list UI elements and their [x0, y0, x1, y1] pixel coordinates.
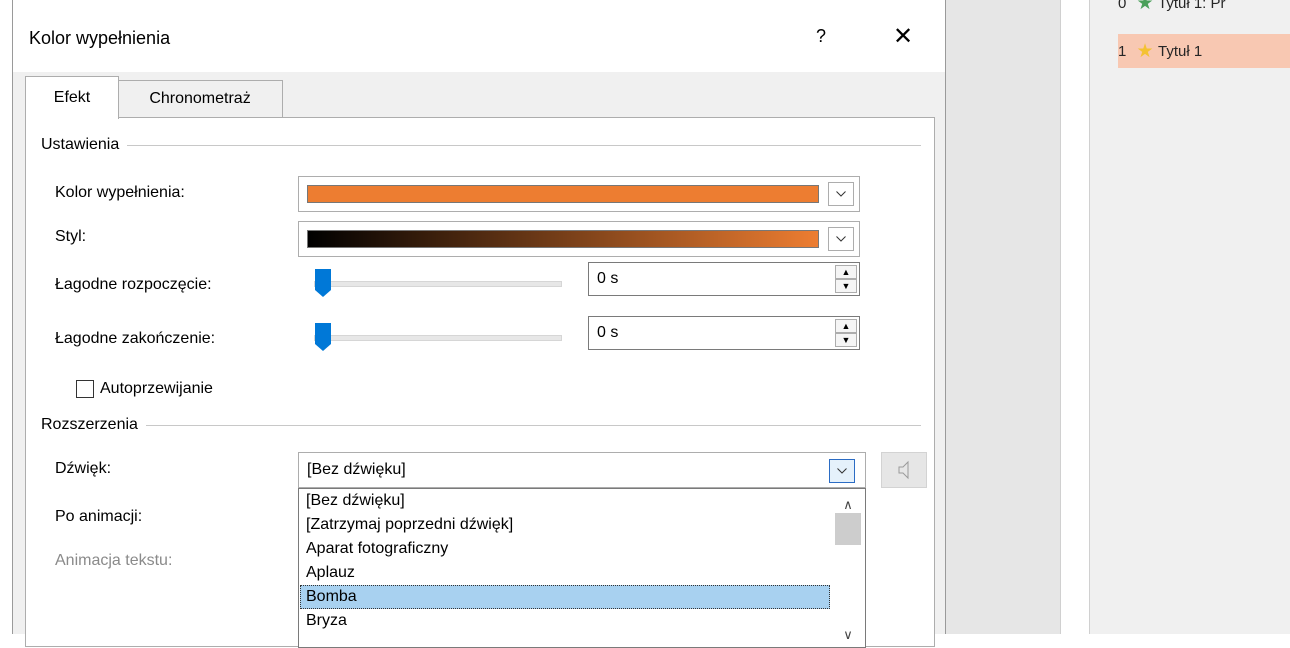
auto-reverse-row[interactable]: Autoprzewijanie [76, 380, 213, 398]
extensions-group-label: Rozszerzenia [41, 416, 138, 433]
animation-item-label: Tytuł 1 [1158, 42, 1203, 60]
list-item[interactable]: Bryza [300, 609, 830, 633]
sound-dropdown-button[interactable] [829, 459, 855, 483]
list-item[interactable]: Aplauz [300, 561, 830, 585]
chevron-down-icon [837, 468, 847, 474]
divider [145, 424, 921, 426]
extensions-group-header: Rozszerzenia [41, 416, 921, 434]
list-item[interactable]: [Zatrzymaj poprzedni dźwięk] [300, 513, 830, 537]
animation-item-number: 0 [1118, 0, 1127, 12]
dialog-title: Kolor wypełnienia [29, 28, 171, 48]
slider-track [314, 281, 562, 287]
soft-start-label: Łagodne rozpoczęcie: [55, 276, 212, 293]
chevron-down-icon [836, 236, 846, 242]
star-icon: ★ [1136, 0, 1154, 14]
chevron-down-icon [836, 191, 846, 197]
title-bar[interactable]: Kolor wypełnienia ? ✕ [13, 0, 945, 72]
sound-value: [Bez dźwięku] [307, 461, 406, 478]
style-label: Styl: [55, 228, 87, 245]
scroll-down-icon[interactable]: ∨ [831, 627, 865, 643]
auto-reverse-label: Autoprzewijanie [100, 380, 213, 397]
soft-start-value[interactable]: 0 s [597, 270, 618, 288]
auto-reverse-checkbox[interactable] [76, 380, 94, 398]
tab-panel-efekt: Ustawienia Kolor wypełnienia: Styl: Łago… [25, 117, 935, 648]
scrollbar-thumb[interactable] [835, 513, 861, 545]
text-animation-label: Animacja tekstu: [55, 552, 173, 569]
spin-down-button[interactable]: ▼ [835, 279, 857, 293]
animation-item[interactable]: 0 ★ Tytuł 1: Pr [1118, 0, 1290, 20]
sound-label: Dźwięk: [55, 460, 112, 477]
animation-item-selected[interactable]: 1 ★ Tytuł 1 [1118, 34, 1290, 68]
tab-efekt[interactable]: Efekt [25, 76, 119, 119]
fill-color-swatch [307, 185, 819, 203]
spin-down-button[interactable]: ▼ [835, 333, 857, 347]
fill-color-dialog: Kolor wypełnienia ? ✕ Efekt Chronometraż… [12, 0, 946, 648]
sound-options-list[interactable]: [Bez dźwięku] [Zatrzymaj poprzedni dźwię… [298, 488, 866, 648]
list-item[interactable]: Aparat fotograficzny [300, 537, 830, 561]
help-icon: ? [815, 25, 826, 46]
slider-track [314, 335, 562, 341]
after-animation-label: Po animacji: [55, 508, 143, 525]
help-button[interactable]: ? [803, 18, 839, 54]
list-item[interactable]: [Bez dźwięku] [300, 489, 830, 513]
list-scrollbar[interactable]: ∧ ∨ [831, 489, 865, 647]
animation-item-number: 1 [1118, 42, 1127, 60]
close-button[interactable]: ✕ [885, 18, 921, 54]
close-icon: ✕ [892, 22, 914, 50]
style-gradient-swatch [307, 230, 819, 248]
speaker-icon [898, 460, 909, 480]
slider-thumb[interactable] [314, 322, 332, 352]
sound-preview-button[interactable] [881, 452, 927, 488]
soft-end-spinner[interactable]: 0 s ▲ ▼ [588, 316, 860, 350]
spin-up-button[interactable]: ▲ [835, 265, 857, 279]
soft-end-slider[interactable] [314, 322, 562, 352]
settings-group-label: Ustawienia [41, 136, 120, 153]
soft-start-spinner[interactable]: 0 s ▲ ▼ [588, 262, 860, 296]
background-slide-area [0, 0, 12, 634]
style-dropdown[interactable] [298, 221, 860, 257]
settings-group-header: Ustawienia [41, 136, 921, 154]
spin-up-button[interactable]: ▲ [835, 319, 857, 333]
soft-end-label: Łagodne zakończenie: [55, 330, 216, 347]
tab-strip: Efekt Chronometraż [13, 72, 945, 119]
fill-color-dropdown-button[interactable] [828, 182, 854, 206]
divider [127, 144, 921, 146]
animation-item-label: Tytuł 1: Pr [1158, 0, 1226, 12]
list-item-highlighted[interactable]: Bomba [300, 585, 830, 609]
soft-end-value[interactable]: 0 s [597, 324, 618, 342]
slider-thumb[interactable] [314, 268, 332, 298]
star-icon: ★ [1136, 40, 1154, 62]
style-dropdown-button[interactable] [828, 227, 854, 251]
soft-start-slider[interactable] [314, 268, 562, 298]
pane-divider [1060, 0, 1090, 634]
animation-pane: 0 ★ Tytuł 1: Pr 1 ★ Tytuł 1 [1090, 0, 1290, 634]
scroll-up-icon[interactable]: ∧ [831, 497, 865, 513]
fill-color-dropdown[interactable] [298, 176, 860, 212]
sound-dropdown[interactable]: [Bez dźwięku] [298, 452, 866, 488]
fill-color-label: Kolor wypełnienia: [55, 184, 185, 201]
tab-chronometraz[interactable]: Chronometraż [117, 80, 283, 117]
